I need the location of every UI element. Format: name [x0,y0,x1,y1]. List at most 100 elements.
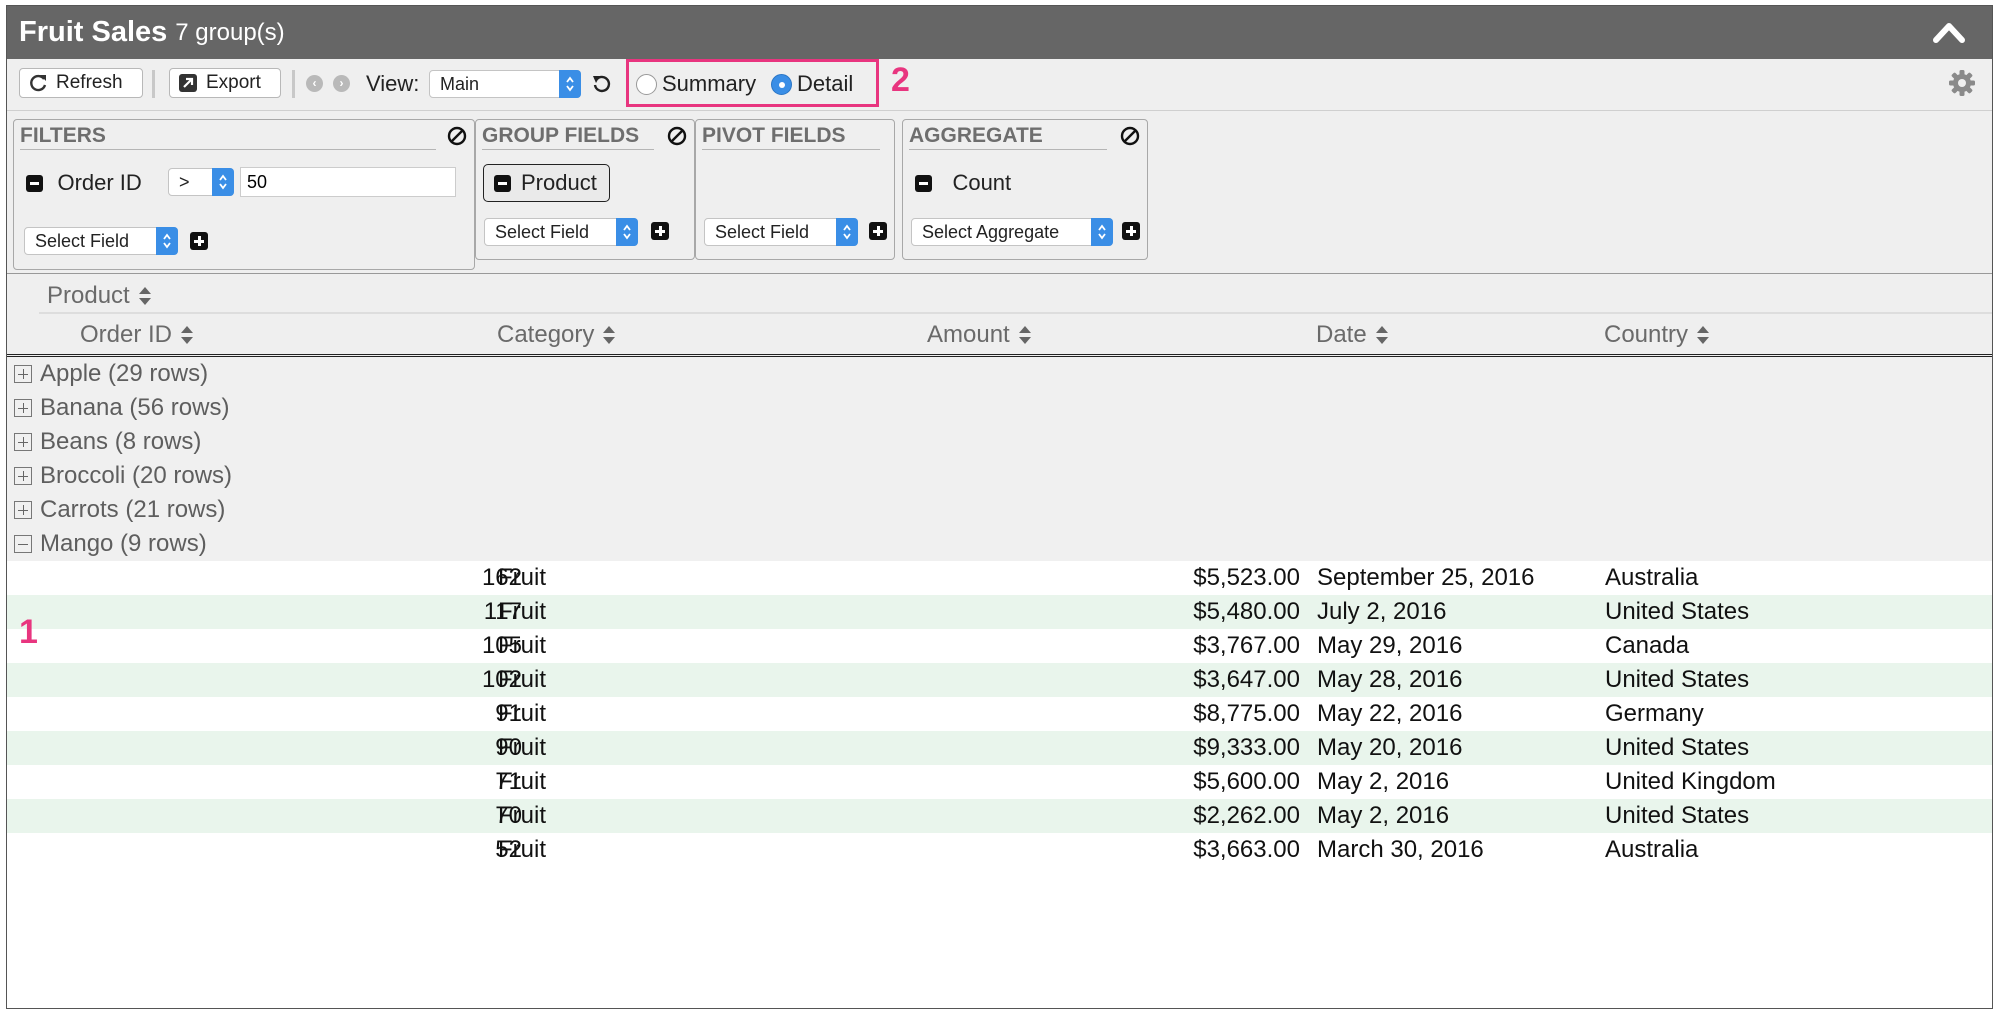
filter-value-input[interactable] [240,167,456,197]
pivot-select-placeholder: Select Field [715,222,810,242]
select-arrows-icon [836,218,858,246]
view-label: View: [366,71,420,96]
table-row[interactable]: 105 Fruit $3,767.00 May 29, 2016 Canada [7,629,1992,663]
group-select-placeholder: Select Field [495,222,590,242]
clear-groups-icon[interactable] [666,125,688,147]
cell-category: Fruit [498,666,546,693]
gear-icon[interactable] [1948,69,1976,97]
cell-country: United Kingdom [1605,768,1776,795]
sort-icon [1375,326,1388,344]
group-select-field[interactable]: Select Field [484,218,638,246]
group-row-apple[interactable]: Apple (29 rows) [7,357,1992,391]
table-row[interactable]: 91 Fruit $8,775.00 May 22, 2016 Germany [7,697,1992,731]
header-country[interactable]: Country [1604,321,1710,349]
toolbar: Refresh Export ‹ › View: Main Summary De… [7,59,1992,111]
filter-field-label: Order ID [57,170,142,195]
expand-icon[interactable] [14,433,32,451]
remove-group-icon[interactable] [494,174,511,192]
table-row[interactable]: 70 Fruit $2,262.00 May 2, 2016 United St… [7,799,1992,833]
reset-icon[interactable] [592,74,612,94]
cell-country: United States [1605,734,1750,761]
view-select-value: Main [440,74,480,94]
header-amount-label: Amount [927,321,1010,348]
table-row[interactable]: 162 Fruit $5,523.00 September 25, 2016 A… [7,561,1992,595]
cell-date: May 2, 2016 [1317,768,1450,795]
pivot-select-field[interactable]: Select Field [704,218,858,246]
add-group-icon[interactable] [651,222,669,240]
cell-amount: $8,775.00 [1193,700,1300,727]
summary-label[interactable]: Summary [662,71,756,97]
group-row-banana[interactable]: Banana (56 rows) [7,391,1992,425]
cell-category: Fruit [498,768,546,795]
add-pivot-icon[interactable] [869,222,887,240]
previous-icon[interactable]: ‹ [306,75,323,92]
cell-amount: $2,262.00 [1193,802,1300,829]
group-row-broccoli[interactable]: Broccoli (20 rows) [7,459,1992,493]
chevron-up-icon[interactable] [1932,18,1966,46]
cell-country: Australia [1605,564,1699,591]
aggregate-select[interactable]: Select Aggregate [911,218,1113,246]
table-row[interactable]: 102 Fruit $3,647.00 May 28, 2016 United … [7,663,1992,697]
aggregate-select-placeholder: Select Aggregate [922,222,1060,242]
detail-radio[interactable] [771,74,792,95]
cell-category: Fruit [498,802,546,829]
refresh-label: Refresh [56,72,123,93]
table-row[interactable]: 90 Fruit $9,333.00 May 20, 2016 United S… [7,731,1992,765]
header-country-label: Country [1604,321,1689,348]
header-category-label: Category [497,321,595,348]
export-button[interactable]: Export [169,68,281,98]
cell-amount: $3,663.00 [1193,836,1300,863]
expand-icon[interactable] [14,501,32,519]
header-amount[interactable]: Amount [927,321,1032,349]
cell-country: United States [1605,598,1750,625]
cell-date: May 2, 2016 [1317,802,1450,829]
next-icon[interactable]: › [333,75,350,92]
expand-icon[interactable] [14,365,32,383]
group-fields-panel: GROUP FIELDS Product Select Field [475,119,695,260]
header-category[interactable]: Category [497,321,616,349]
callout-1: 1 [19,613,38,651]
fruit-sales-grid: Fruit Sales 7 group(s) Refresh Export ‹ … [6,5,1993,1009]
aggregate-item-label: Count [952,170,1012,195]
table-row[interactable]: 52 Fruit $3,663.00 March 30, 2016 Austra… [7,833,1992,867]
group-chip-product[interactable]: Product [483,164,610,202]
cell-category: Fruit [498,632,546,659]
group-label: Mango (9 rows) [40,530,207,557]
group-row-beans[interactable]: Beans (8 rows) [7,425,1992,459]
filter-order-id: Order ID [26,170,142,196]
expand-icon[interactable] [14,399,32,417]
filters-title: FILTERS [20,124,436,150]
add-aggregate-icon[interactable] [1122,222,1140,240]
header-product[interactable]: Product [47,282,152,310]
header-date[interactable]: Date [1316,321,1389,349]
summary-radio[interactable] [636,74,657,95]
cell-amount: $5,523.00 [1193,564,1300,591]
filter-select-field[interactable]: Select Field [24,227,178,255]
group-row-mango[interactable]: Mango (9 rows) [7,527,1992,561]
clear-aggregate-icon[interactable] [1119,125,1141,147]
expand-icon[interactable] [14,467,32,485]
cell-category: Fruit [498,836,546,863]
clear-filters-icon[interactable] [446,125,468,147]
group-label: Apple (29 rows) [40,360,209,387]
header-order-id[interactable]: Order ID [80,321,194,349]
export-icon [179,74,197,92]
group-label: Beans (8 rows) [40,428,202,455]
detail-label[interactable]: Detail [797,71,853,97]
refresh-button[interactable]: Refresh [19,68,143,98]
pivot-fields-title: PIVOT FIELDS [702,124,880,150]
table-row[interactable]: 71 Fruit $5,600.00 May 2, 2016 United Ki… [7,765,1992,799]
collapse-icon[interactable] [14,535,32,553]
group-row-carrots[interactable]: Carrots (21 rows) [7,493,1992,527]
add-filter-icon[interactable] [190,232,208,250]
select-arrows-icon [559,70,581,98]
group-chip-label: Product [521,170,597,195]
table-row[interactable]: 117 Fruit $5,480.00 July 2, 2016 United … [7,595,1992,629]
view-select[interactable]: Main [429,70,581,98]
cell-amount: $3,767.00 [1193,632,1300,659]
header-date-label: Date [1316,321,1367,348]
filter-operator-select[interactable]: > [168,168,234,196]
remove-filter-icon[interactable] [26,174,43,192]
callout-2: 2 [891,61,910,99]
remove-aggregate-icon[interactable] [915,174,932,192]
